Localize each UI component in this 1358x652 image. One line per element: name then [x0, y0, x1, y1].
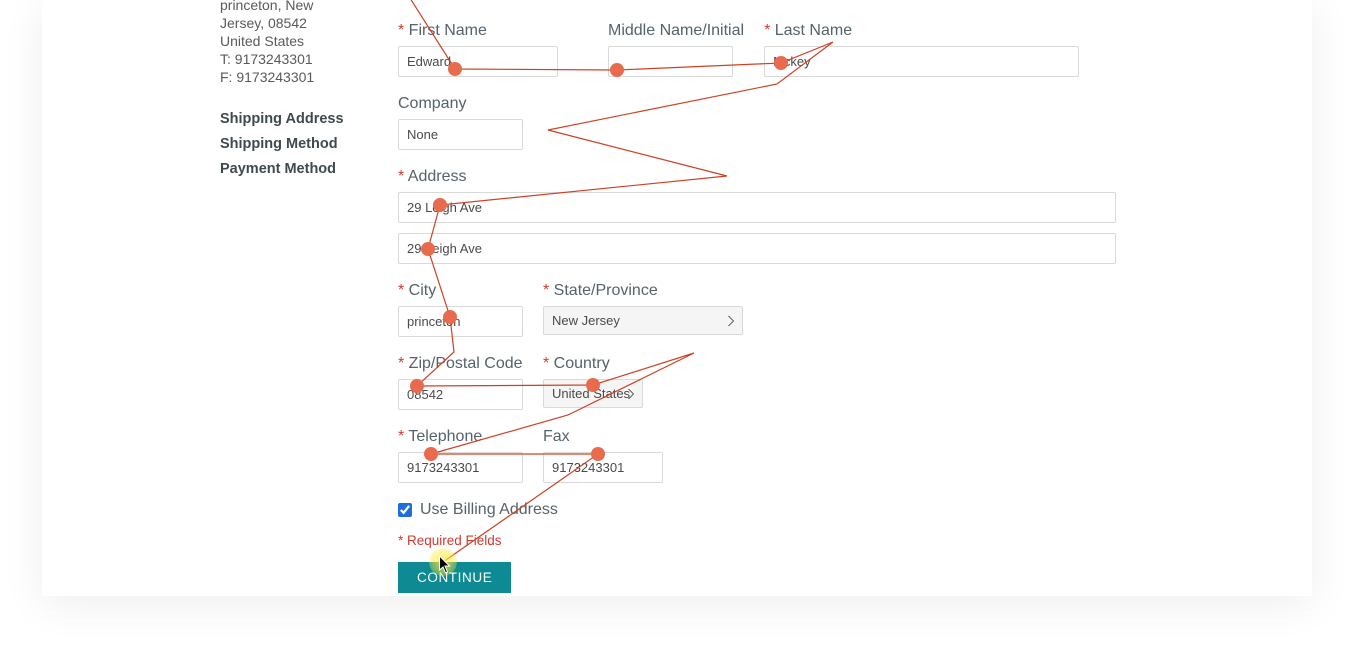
label-state: * State/Province	[543, 282, 743, 300]
label-address: * Address	[398, 168, 1116, 186]
address-country: United States	[220, 32, 370, 50]
cursor-icon	[439, 556, 452, 574]
telephone-input[interactable]	[398, 452, 523, 483]
checkout-sidebar: princeton, New Jersey, 08542 United Stat…	[220, 0, 370, 178]
label-city: * City	[398, 282, 523, 300]
address-state-zip: Jersey, 08542	[220, 14, 370, 32]
label-use-billing: Use Billing Address	[420, 501, 558, 519]
sidebar-link-payment-method[interactable]: Payment Method	[220, 160, 370, 178]
label-telephone: * Telephone	[398, 428, 523, 446]
last-name-input[interactable]	[764, 46, 1079, 77]
address-line1-input[interactable]	[398, 192, 1116, 223]
middle-name-input[interactable]	[608, 46, 733, 77]
checkout-form: * First Name Middle Name/Initial * Last …	[398, 22, 1118, 593]
label-first-name: * First Name	[398, 22, 558, 40]
label-country: * Country	[543, 355, 643, 373]
company-input[interactable]	[398, 119, 523, 150]
use-billing-checkbox[interactable]	[398, 503, 412, 517]
country-select[interactable]: United States	[543, 379, 643, 408]
sidebar-link-shipping-address[interactable]: Shipping Address	[220, 110, 370, 128]
label-zip: * Zip/Postal Code	[398, 355, 523, 373]
label-company: Company	[398, 95, 523, 113]
address-city-state: princeton, New	[220, 0, 370, 14]
required-fields-note: * Required Fields	[398, 533, 1118, 548]
state-select[interactable]: New Jersey	[543, 306, 743, 335]
city-input[interactable]	[398, 306, 523, 337]
zip-input[interactable]	[398, 379, 523, 410]
first-name-input[interactable]	[398, 46, 558, 77]
fax-input[interactable]	[543, 452, 663, 483]
address-telephone: T: 9173243301	[220, 50, 370, 68]
address-line2-input[interactable]	[398, 233, 1116, 264]
label-middle-name: Middle Name/Initial	[608, 22, 744, 40]
sidebar-link-shipping-method[interactable]: Shipping Method	[220, 135, 370, 153]
label-last-name: * Last Name	[764, 22, 1079, 40]
sidebar-address: princeton, New Jersey, 08542 United Stat…	[220, 0, 370, 86]
label-fax: Fax	[543, 428, 663, 446]
address-fax: F: 9173243301	[220, 68, 370, 86]
